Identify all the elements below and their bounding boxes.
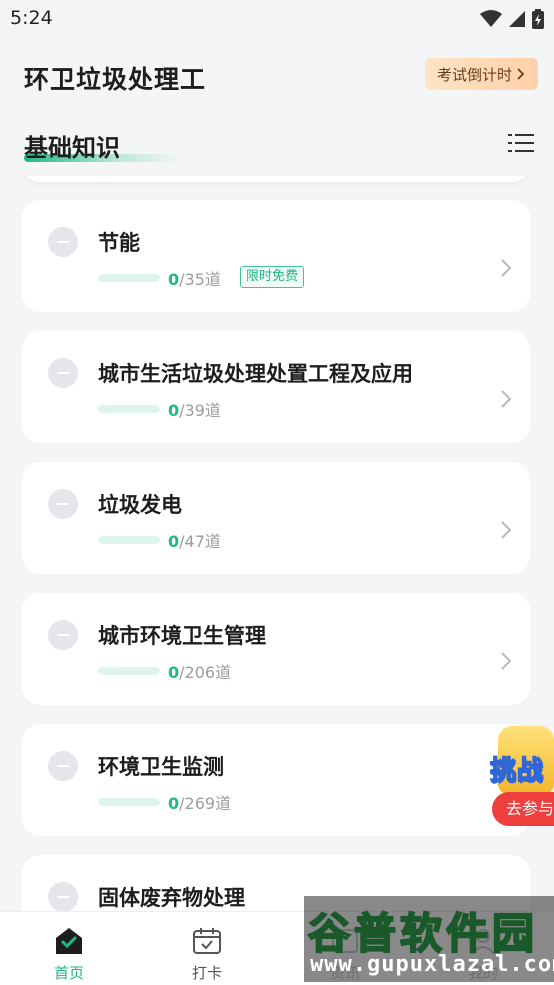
wifi-icon: [480, 10, 502, 27]
question-count: 0/206道: [168, 663, 232, 682]
tab-home[interactable]: 首页: [23, 912, 115, 985]
site-watermark: 谷普软件园 www.gupuxlazal.com: [304, 896, 554, 982]
signal-icon: [509, 11, 525, 27]
calendar-check-icon: [193, 928, 221, 954]
section-title: 基础知识: [24, 134, 120, 162]
home-check-icon: [56, 928, 82, 954]
question-count: 0/39道: [168, 401, 221, 420]
watermark-url: www.gupuxlazal.com: [310, 952, 554, 977]
tab-label: 首页: [53, 964, 84, 982]
chevron-right-icon: [517, 68, 525, 80]
course-title: 垃圾发电: [98, 493, 182, 517]
course-list[interactable]: 节能 0/35道 限时免费 城市生活垃圾处理处置工程及应用 0/39道 垃圾发电…: [0, 176, 554, 912]
question-count: 0/269道: [168, 794, 232, 813]
free-badge: 限时免费: [240, 266, 305, 288]
exam-countdown-label: 考试倒计时: [436, 65, 512, 84]
exam-countdown-button[interactable]: 考试倒计时: [424, 58, 538, 90]
chevron-right-icon: [501, 521, 512, 539]
list-menu-icon[interactable]: [508, 132, 534, 154]
course-title: 固体废弃物处理: [98, 886, 245, 910]
progress-bar: [98, 536, 160, 544]
page-title: 环卫垃圾处理工: [24, 65, 207, 94]
progress-bar: [98, 405, 160, 413]
progress-bar: [98, 274, 160, 282]
question-count: 0/47道: [168, 532, 221, 551]
course-card-sanitation-management[interactable]: 城市环境卫生管理 0/206道: [22, 593, 530, 705]
chevron-right-icon: [501, 259, 512, 277]
tab-label: 打卡: [191, 964, 222, 982]
challenge-float-widget[interactable]: 挑战 去参与: [490, 722, 554, 832]
course-title: 城市生活垃圾处理处置工程及应用: [98, 362, 413, 386]
status-icons: [480, 9, 544, 29]
course-card-energy-saving[interactable]: 节能 0/35道 限时免费: [22, 200, 530, 312]
collapse-icon: [48, 620, 78, 650]
header: 环卫垃圾处理工 考试倒计时: [0, 48, 554, 108]
course-card-sanitation-monitoring[interactable]: 环境卫生监测 0/269道: [22, 724, 530, 836]
course-title: 城市环境卫生管理: [98, 624, 266, 648]
chevron-right-icon: [501, 390, 512, 408]
collapse-icon: [48, 358, 78, 388]
collapse-icon: [48, 882, 78, 912]
chevron-right-icon: [501, 652, 512, 670]
battery-icon: [532, 9, 544, 29]
progress-bar: [98, 798, 160, 806]
join-challenge-button[interactable]: 去参与: [492, 792, 554, 826]
list-item[interactable]: [22, 176, 530, 182]
course-title: 环境卫生监测: [98, 755, 224, 779]
tab-checkin[interactable]: 打卡: [161, 912, 253, 985]
challenge-title: 挑战: [490, 755, 545, 787]
section-header: 基础知识: [0, 122, 554, 172]
status-bar: 5:24: [0, 0, 554, 38]
collapse-icon: [48, 751, 78, 781]
course-title: 节能: [98, 231, 140, 255]
collapse-icon: [48, 227, 78, 257]
collapse-icon: [48, 489, 78, 519]
question-count: 0/35道: [168, 270, 221, 289]
progress-bar: [98, 667, 160, 675]
course-card-msw-engineering[interactable]: 城市生活垃圾处理处置工程及应用 0/39道: [22, 331, 530, 443]
status-time: 5:24: [10, 7, 53, 29]
course-card-waste-power[interactable]: 垃圾发电 0/47道: [22, 462, 530, 574]
